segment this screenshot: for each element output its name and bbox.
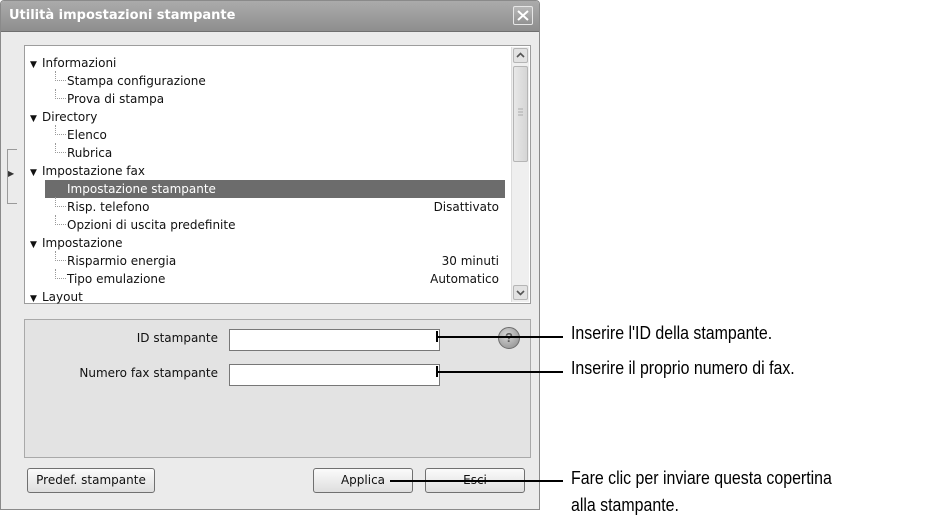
callout-apply-line1: Fare clic per inviare questa copertina — [571, 467, 832, 488]
scroll-down-button[interactable] — [513, 285, 528, 300]
grip-icon — [518, 108, 523, 116]
tree-child-item[interactable]: Tipo emulazione Automatico — [53, 269, 501, 288]
window-title: Utilità impostazioni stampante — [9, 8, 236, 23]
tree-item-label: Impostazione — [42, 236, 123, 250]
printer-id-label: ID stampante — [136, 331, 218, 345]
tree-group-item[interactable]: ▼ Informazioni — [30, 54, 510, 72]
tree-branch-line — [55, 197, 66, 207]
tree-group-item[interactable]: ▼ Layout — [30, 288, 510, 306]
chevron-down-icon — [516, 290, 525, 296]
scroll-thumb[interactable] — [513, 66, 528, 162]
close-x-icon — [517, 10, 529, 21]
tree-child-item[interactable]: Prova di stampa — [53, 89, 501, 108]
printer-settings-window: Utilità impostazioni stampante ▶ ▼ Inform… — [0, 0, 540, 510]
tree-child-item[interactable]: Elenco — [53, 125, 501, 144]
tree-item-label: Impostazione stampante — [67, 182, 216, 196]
tree-scrollbar[interactable] — [511, 47, 529, 302]
scroll-up-button[interactable] — [513, 48, 528, 63]
expand-triangle-icon[interactable]: ▼ — [30, 290, 42, 308]
expand-triangle-icon[interactable]: ▼ — [30, 56, 42, 74]
printer-id-input[interactable] — [229, 329, 440, 351]
callout-line-printer-id — [436, 336, 563, 338]
tree-branch-line — [55, 215, 66, 225]
printer-defaults-button[interactable]: Predef. stampante — [27, 468, 155, 493]
tree-group-item[interactable]: ▼ Directory — [30, 108, 510, 126]
tree-item-label: Impostazione fax — [42, 164, 145, 178]
tree-group-item[interactable]: ▼ Impostazione — [30, 234, 510, 252]
tree-item-label: Risparmio energia — [67, 254, 177, 268]
expand-arrow-icon[interactable]: ▶ — [8, 169, 14, 178]
fax-number-input[interactable] — [229, 364, 440, 386]
tree-item-label: Risp. telefono — [67, 200, 150, 214]
tree-branch-line — [55, 143, 66, 153]
tree-branch-line — [55, 89, 66, 99]
tree-child-item[interactable]: Opzioni di uscita predefinite — [53, 215, 501, 234]
tree-item-value: Automatico — [430, 272, 499, 286]
chevron-up-icon — [516, 52, 525, 58]
title-bar[interactable]: Utilità impostazioni stampante — [1, 1, 539, 32]
tree-item-label: Opzioni di uscita predefinite — [67, 218, 236, 232]
tree-child-item[interactable]: Impostazione stampante — [45, 180, 505, 198]
callout-fax-number: Inserire il proprio numero di fax. — [571, 357, 795, 378]
settings-tree: ▼ Informazioni Stampa configurazione Prova … — [24, 45, 531, 304]
tree-item-label: Informazioni — [42, 56, 117, 70]
tree-item-label: Stampa configurazione — [67, 74, 206, 88]
callout-line-apply — [390, 480, 563, 482]
expand-triangle-icon[interactable]: ▼ — [30, 110, 42, 128]
expand-triangle-icon[interactable]: ▼ — [30, 164, 42, 182]
callout-printer-id: Inserire l'ID della stampante. — [571, 322, 773, 343]
tree-item-label: Prova di stampa — [67, 92, 165, 106]
close-button[interactable] — [513, 6, 533, 25]
callout-apply-line2: alla stampante. — [571, 494, 679, 515]
tree-group-item[interactable]: ▼ Impostazione fax — [30, 162, 510, 180]
tree-child-item[interactable]: Risparmio energia 30 minuti — [53, 251, 501, 270]
help-icon[interactable]: ? — [498, 327, 520, 349]
tree-item-value: Disattivato — [433, 200, 499, 214]
tree-item-value: 30 minuti — [441, 254, 499, 268]
tree-branch-line — [55, 71, 66, 81]
tree-item-label: Tipo emulazione — [67, 272, 166, 286]
tree-child-item[interactable]: Risp. telefono Disattivato — [53, 197, 501, 216]
tree-item-label: Layout — [42, 290, 83, 304]
tree-branch-line — [55, 269, 66, 279]
callout-line-fax-number — [436, 371, 563, 373]
tree-branch-line — [55, 251, 66, 261]
expand-triangle-icon[interactable]: ▼ — [30, 236, 42, 254]
tree-child-item[interactable]: Rubrica — [53, 143, 501, 162]
tree-child-item[interactable]: Stampa configurazione — [53, 71, 501, 90]
fax-number-label: Numero fax stampante — [79, 366, 218, 380]
tree-branch-line — [55, 125, 66, 135]
tree-item-label: Directory — [42, 110, 98, 124]
